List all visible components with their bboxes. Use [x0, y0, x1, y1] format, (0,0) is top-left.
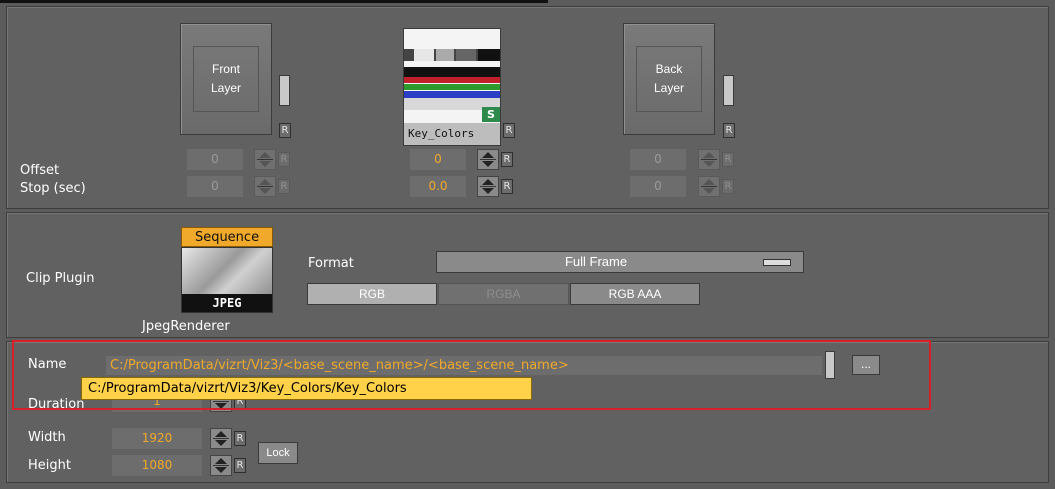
back-offset-reset-button[interactable]: R: [722, 152, 734, 167]
thumb-strip-green: [404, 84, 500, 90]
sequence-badge: Sequence: [181, 227, 273, 247]
back-stop-stepper[interactable]: [698, 176, 720, 197]
front-offset-reset-button[interactable]: R: [278, 152, 290, 167]
thumb-badge: S: [482, 107, 500, 122]
height-label: Height: [28, 458, 71, 473]
top-edge-line: [0, 0, 548, 3]
jpeg-plugin-thumbnail[interactable]: JPEG: [181, 247, 273, 313]
thumb-block-grey1: [414, 49, 434, 61]
thumb-strip-blue: [404, 91, 500, 98]
name-tooltip: C:/ProgramData/vizrt/Viz3/Key_Colors/Key…: [81, 377, 532, 400]
middle-stop-field[interactable]: 0.0: [410, 176, 466, 197]
stop-sec-label: Stop (sec): [20, 181, 86, 196]
width-label: Width: [28, 430, 66, 445]
front-layer-button[interactable]: Front Layer: [180, 23, 272, 135]
rgba-button[interactable]: RGBA: [438, 283, 569, 305]
key-colors-thumbnail[interactable]: S Key_Colors: [403, 28, 501, 146]
jpeg-renderer-label: JpegRenderer: [142, 319, 230, 334]
lock-button[interactable]: Lock: [258, 442, 298, 464]
thumb-strip-dark: [404, 67, 500, 77]
front-offset-field[interactable]: 0: [187, 149, 243, 170]
key-colors-caption: Key_Colors: [408, 127, 475, 140]
height-reset-button[interactable]: R: [234, 458, 246, 473]
back-layer-label: Back Layer: [636, 46, 702, 112]
back-layer-slider[interactable]: [723, 75, 734, 106]
front-stop-reset-button[interactable]: R: [278, 179, 290, 194]
front-layer-label: Front Layer: [193, 46, 259, 112]
back-layer-reset-button[interactable]: R: [723, 123, 735, 138]
height-stepper[interactable]: [210, 455, 232, 476]
clip-plugin-panel: Clip Plugin Sequence JPEG JpegRenderer F…: [6, 212, 1049, 338]
back-layer-button[interactable]: Back Layer: [623, 23, 715, 135]
back-stop-reset-button[interactable]: R: [722, 179, 734, 194]
format-dropdown[interactable]: Full Frame: [436, 251, 804, 273]
middle-offset-field[interactable]: 0: [410, 149, 466, 170]
layers-panel: Front Layer R S Key_Colors R Back Layer R …: [6, 6, 1049, 209]
thumb-block-black: [478, 49, 500, 61]
back-offset-stepper[interactable]: [698, 149, 720, 170]
jpeg-thumb-label: JPEG: [212, 296, 242, 310]
thumb-strip-red: [404, 77, 500, 83]
front-offset-stepper[interactable]: [254, 149, 276, 170]
format-dropdown-value: Full Frame: [564, 254, 628, 269]
width-field[interactable]: 1920: [112, 428, 202, 449]
back-offset-field[interactable]: 0: [630, 149, 686, 170]
thumb-block-grey3: [456, 49, 476, 61]
middle-layer-reset-button[interactable]: R: [503, 123, 515, 138]
width-stepper[interactable]: [210, 428, 232, 449]
clip-plugin-label: Clip Plugin: [26, 271, 95, 286]
offset-label: Offset: [20, 163, 60, 178]
front-layer-slider[interactable]: [279, 75, 290, 106]
rgb-aaa-button[interactable]: RGB AAA: [570, 283, 700, 305]
width-reset-button[interactable]: R: [234, 431, 246, 446]
format-label: Format: [308, 256, 354, 271]
middle-stop-reset-button[interactable]: R: [501, 179, 513, 194]
rgb-button[interactable]: RGB: [307, 283, 437, 305]
middle-offset-stepper[interactable]: [477, 149, 499, 170]
back-stop-field[interactable]: 0: [630, 176, 686, 197]
thumb-block-grey2: [436, 49, 454, 61]
front-layer-reset-button[interactable]: R: [279, 123, 291, 138]
height-field[interactable]: 1080: [112, 455, 202, 476]
front-stop-stepper[interactable]: [254, 176, 276, 197]
middle-stop-stepper[interactable]: [477, 176, 499, 197]
dropdown-bar-icon: [763, 259, 791, 266]
middle-offset-reset-button[interactable]: R: [501, 152, 513, 167]
front-stop-field[interactable]: 0: [187, 176, 243, 197]
